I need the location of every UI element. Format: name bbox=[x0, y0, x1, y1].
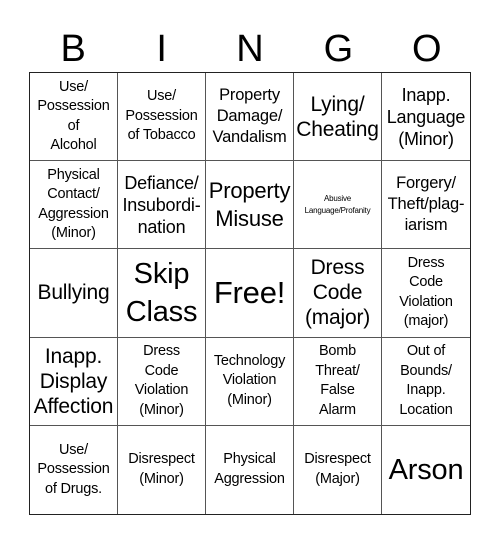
cell-label: Property Damage/ Vandalism bbox=[212, 86, 287, 147]
cell-label: Inapp. Language (Minor) bbox=[386, 84, 466, 149]
cell-label: Inapp. Display Affection bbox=[33, 344, 114, 418]
bingo-cell[interactable]: Dress Code Violation (major) bbox=[382, 249, 470, 338]
bingo-card-grid: Use/ Possession of Alcohol Use/ Possessi… bbox=[29, 72, 471, 515]
cell-label: Arson bbox=[388, 453, 464, 486]
bingo-cell[interactable]: Use/ Possession of Tobacco bbox=[118, 73, 206, 162]
bingo-cell[interactable]: Inapp. Language (Minor) bbox=[382, 73, 470, 162]
free-space-label: Free! bbox=[213, 274, 286, 310]
bingo-cell[interactable]: Disrespect (Minor) bbox=[118, 425, 206, 514]
bingo-cell[interactable]: Property Damage/ Vandalism bbox=[206, 73, 294, 162]
header-letter-i: I bbox=[156, 28, 167, 70]
cell-label: Use/ Possession of Alcohol bbox=[37, 78, 110, 154]
cell-label: Disrespect (Minor) bbox=[128, 451, 195, 487]
bingo-cell[interactable]: Physical Aggression bbox=[206, 425, 294, 514]
bingo-cell[interactable]: Lying/ Cheating bbox=[294, 73, 382, 162]
bingo-cell[interactable]: Skip Class bbox=[118, 249, 206, 338]
bingo-header: B I N G O bbox=[29, 26, 471, 72]
cell-label: Dress Code Violation (major) bbox=[399, 254, 453, 330]
bingo-cell[interactable]: Dress Code Violation (Minor) bbox=[118, 337, 206, 426]
bingo-cell[interactable]: Physical Contact/ Aggression (Minor) bbox=[30, 161, 118, 250]
cell-label: Dress Code (major) bbox=[304, 256, 371, 330]
bingo-cell[interactable]: Inapp. Display Affection bbox=[30, 337, 118, 426]
bingo-cell[interactable]: Defiance/ Insubordi- nation bbox=[118, 161, 206, 250]
cell-label: Use/ Possession of Drugs. bbox=[37, 441, 110, 497]
free-space-cell[interactable]: Free! bbox=[206, 249, 294, 338]
cell-label: Property Misuse bbox=[208, 177, 291, 231]
bingo-cell[interactable]: Use/ Possession of Drugs. bbox=[30, 425, 118, 514]
cell-label: Out of Bounds/ Inapp. Location bbox=[399, 343, 453, 418]
header-letter-n: N bbox=[236, 28, 264, 70]
cell-label: Forgery/ Theft/plag- iarism bbox=[387, 174, 465, 235]
cell-label: Physical Contact/ Aggression (Minor) bbox=[38, 166, 109, 242]
header-letter-g: G bbox=[323, 28, 354, 70]
cell-label: Abusive Language/Profanity bbox=[304, 193, 371, 215]
cell-label: Dress Code Violation (Minor) bbox=[134, 343, 189, 418]
bingo-cell[interactable]: Abusive Language/Profanity bbox=[294, 161, 382, 250]
bingo-cell[interactable]: Forgery/ Theft/plag- iarism bbox=[382, 161, 470, 250]
bingo-cell[interactable]: Property Misuse bbox=[206, 161, 294, 250]
cell-label: Disrespect (Major) bbox=[304, 451, 371, 487]
bingo-cell[interactable]: Bomb Threat/ False Alarm bbox=[294, 337, 382, 426]
bingo-cell[interactable]: Dress Code (major) bbox=[294, 249, 382, 338]
cell-label: Bomb Threat/ False Alarm bbox=[315, 343, 360, 418]
bingo-cell[interactable]: Disrespect (Major) bbox=[294, 425, 382, 514]
cell-label: Use/ Possession of Tobacco bbox=[125, 88, 198, 144]
cell-label: Defiance/ Insubordi- nation bbox=[122, 172, 201, 237]
header-letter-b: B bbox=[60, 28, 86, 70]
cell-label: Bullying bbox=[37, 281, 110, 305]
cell-label: Technology Violation (Minor) bbox=[213, 352, 286, 408]
cell-label: Skip Class bbox=[125, 257, 198, 328]
bingo-cell[interactable]: Technology Violation (Minor) bbox=[206, 337, 294, 426]
cell-label: Lying/ Cheating bbox=[296, 92, 379, 141]
cell-label: Physical Aggression bbox=[214, 451, 285, 487]
bingo-cell[interactable]: Bullying bbox=[30, 249, 118, 338]
bingo-cell[interactable]: Out of Bounds/ Inapp. Location bbox=[382, 338, 470, 426]
header-letter-o: O bbox=[412, 28, 442, 70]
bingo-cell[interactable]: Arson bbox=[382, 426, 470, 514]
bingo-cell[interactable]: Use/ Possession of Alcohol bbox=[30, 73, 118, 162]
